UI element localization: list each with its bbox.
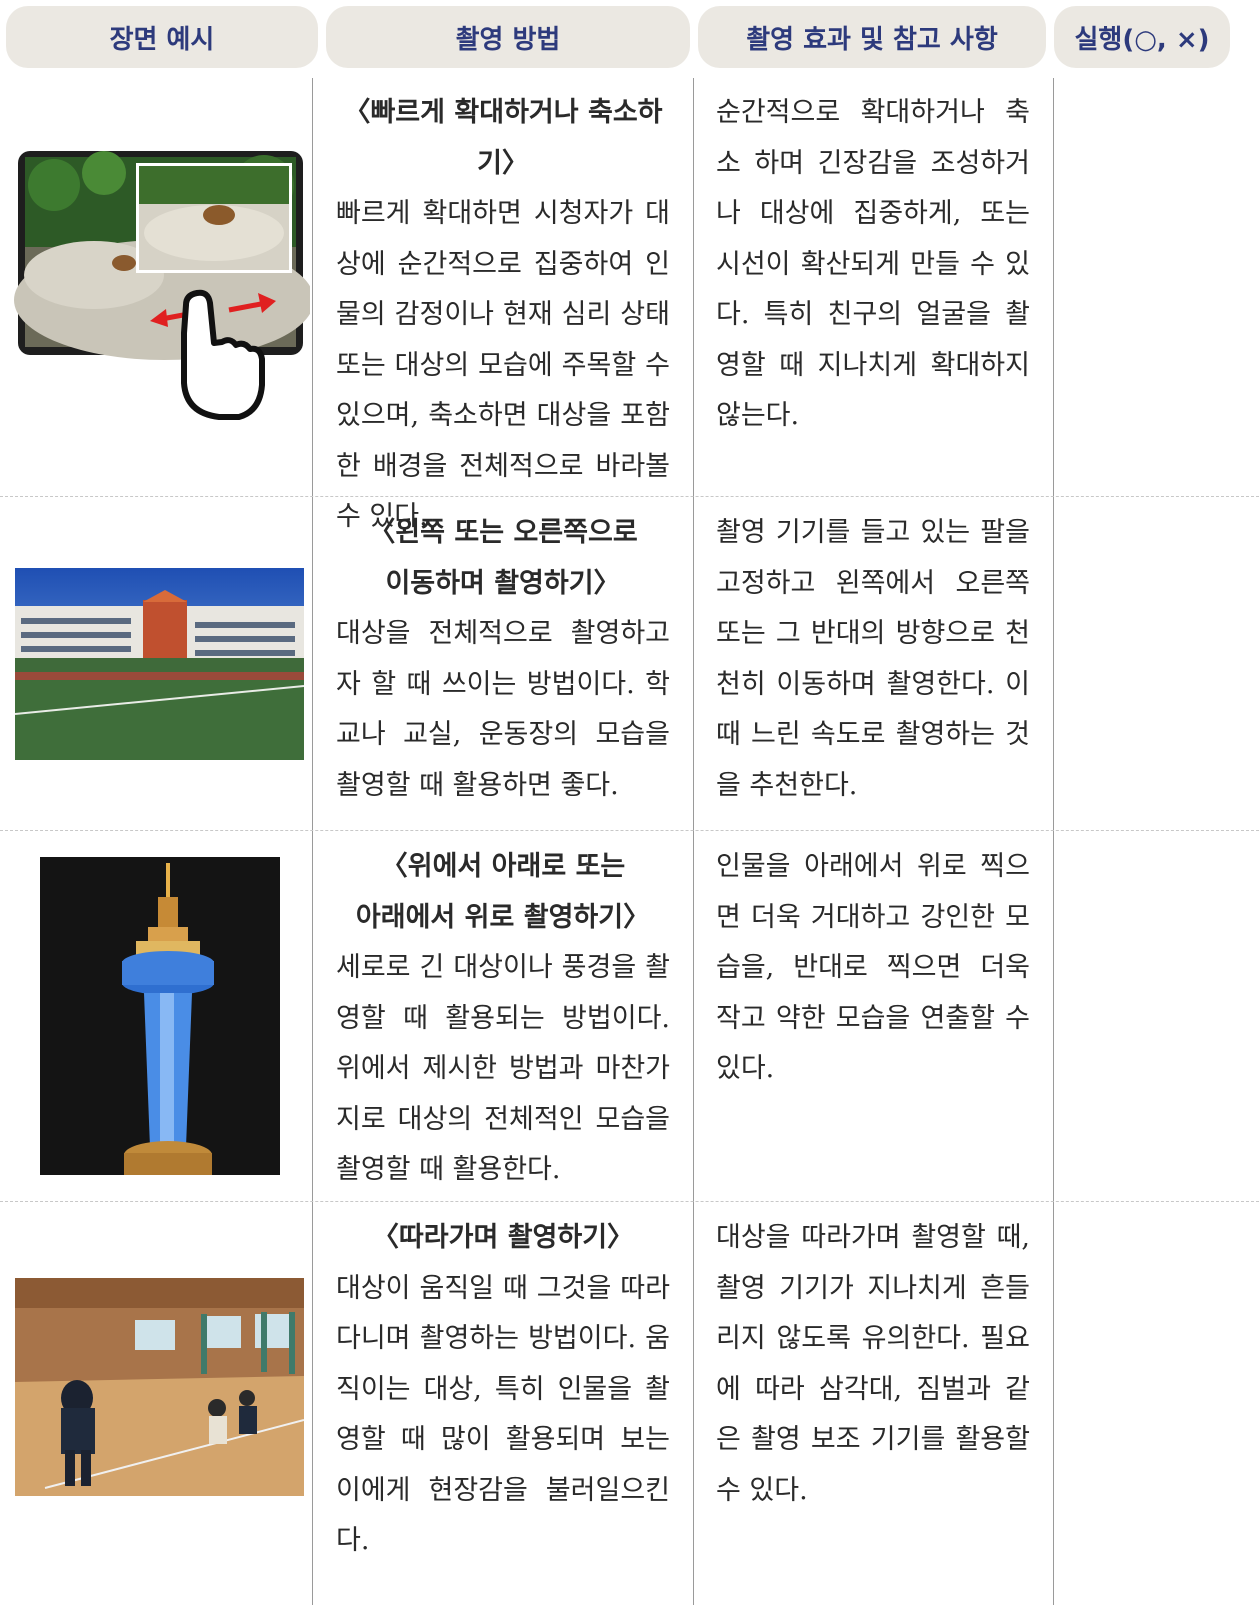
check-cell[interactable] [1060, 1213, 1230, 1593]
method-cell: 〈위에서 아래로 또는 아래에서 위로 촬영하기〉 세로로 긴 대상이나 풍경을… [336, 842, 670, 1196]
column-divider [1053, 78, 1054, 1605]
effect-cell: 촬영 기기를 들고 있는 팔을 고정하고 왼쪽에서 오른쪽 또는 그 반대의 방… [716, 517, 1030, 801]
check-cell[interactable] [1060, 88, 1230, 488]
method-title: 〈따라가며 촬영하기〉 [371, 1222, 635, 1253]
column-divider [312, 78, 313, 1605]
column-divider [693, 78, 694, 1605]
effect-cell: 인물을 아래에서 위로 찍으면 더욱 거대하고 강인한 모습을, 반대로 찍으면… [716, 851, 1030, 1084]
zoom-tablet-image [14, 145, 310, 430]
header-method: 촬영 방법 [326, 6, 690, 68]
check-cell[interactable] [1060, 842, 1230, 1192]
header-scene: 장면 예시 [6, 6, 318, 68]
method-cell: 〈빠르게 확대하거나 축소하기〉 빠르게 확대하면 시청자가 대상에 순간적으로… [336, 88, 670, 543]
method-title: 〈위에서 아래로 또는 아래에서 위로 촬영하기〉 [355, 851, 651, 933]
method-body: 빠르게 확대하면 시청자가 대상에 순간적으로 집중하여 인물의 감정이나 현재… [336, 198, 670, 532]
method-cell: 〈왼쪽 또는 오른쪽으로 이동하며 촬영하기〉 대상을 전체적으로 촬영하고자 … [336, 508, 670, 811]
method-body: 대상을 전체적으로 촬영하고자 할 때 쓰이는 방법이다. 학교나 교실, 운동… [336, 618, 670, 801]
method-title: 〈왼쪽 또는 오른쪽으로 이동하며 촬영하기〉 [368, 517, 638, 599]
school-building-photo [15, 568, 304, 760]
method-body: 세로로 긴 대상이나 풍경을 촬영할 때 활용되는 방법이다. 위에서 제시한 … [336, 952, 670, 1185]
effect-cell: 순간적으로 확대하거나 축소 하며 긴장감을 조성하거나 대상에 집중하게, 또… [716, 97, 1030, 431]
method-cell: 〈따라가며 촬영하기〉 대상이 움직일 때 그것을 따라다니며 촬영하는 방법이… [336, 1213, 670, 1567]
method-title: 〈빠르게 확대하거나 축소하기〉 [343, 97, 663, 179]
check-cell[interactable] [1060, 508, 1230, 818]
tower-photo [40, 857, 280, 1175]
header-check: 실행(○, ×) [1054, 6, 1230, 68]
method-body: 대상이 움직일 때 그것을 따라다니며 촬영하는 방법이다. 움직이는 대상, … [336, 1272, 670, 1557]
effect-cell: 대상을 따라가며 촬영할 때, 촬영 기기가 지나치게 흔들리지 않도록 유의한… [716, 1222, 1030, 1506]
row-divider [0, 1201, 1259, 1202]
gym-children-photo [15, 1278, 304, 1496]
row-divider [0, 830, 1259, 831]
header-effect: 촬영 효과 및 참고 사항 [698, 6, 1046, 68]
